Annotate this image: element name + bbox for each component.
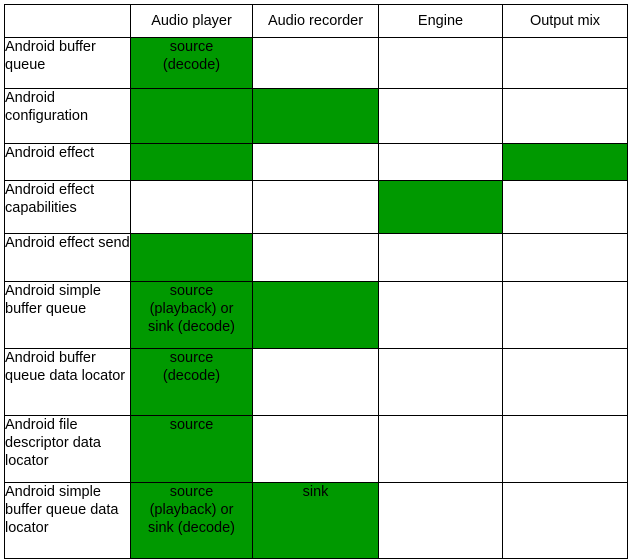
column-header-output-mix: Output mix <box>502 4 628 38</box>
cell-android-simple-buffer-queue-engine <box>378 281 503 349</box>
cell-android-buffer-queue-audio-recorder <box>252 37 379 89</box>
row-label-android-effect-send: Android effect send <box>4 233 131 282</box>
row-label-android-effect-capabilities: Android effect capabilities <box>4 180 131 234</box>
cell-android-buffer-queue-audio-player: source (decode) <box>130 37 253 89</box>
table-row: Android configuration <box>4 88 628 144</box>
cell-android-effect-send-output-mix <box>502 233 628 282</box>
table-row: Android effect <box>4 143 628 181</box>
cell-android-effect-output-mix <box>502 143 628 181</box>
table-row: Android effect send <box>4 233 628 282</box>
cell-text: sink <box>302 484 329 500</box>
table-row: Android file descriptor data locator sou… <box>4 415 628 483</box>
cell-android-configuration-engine <box>378 88 503 144</box>
cell-android-file-descriptor-data-locator-engine <box>378 415 503 483</box>
header-corner-blank <box>4 4 131 38</box>
row-label-android-configuration: Android configuration <box>4 88 131 144</box>
table-row: Android buffer queue source (decode) <box>4 37 628 89</box>
row-label-android-simple-buffer-queue: Android simple buffer queue <box>4 281 131 349</box>
cell-android-buffer-queue-engine <box>378 37 503 89</box>
table-row: Android buffer queue data locator source… <box>4 348 628 416</box>
cell-android-buffer-queue-data-locator-output-mix <box>502 348 628 416</box>
cell-android-effect-capabilities-audio-recorder <box>252 180 379 234</box>
cell-android-file-descriptor-data-locator-output-mix <box>502 415 628 483</box>
column-header-audio-player: Audio player <box>130 4 253 38</box>
cell-android-effect-send-engine <box>378 233 503 282</box>
cell-android-simple-buffer-queue-data-locator-audio-player: source (playback) or sink (decode) <box>130 482 253 559</box>
row-label-android-buffer-queue-data-locator: Android buffer queue data locator <box>4 348 131 416</box>
row-label-android-effect: Android effect <box>4 143 131 181</box>
cell-android-buffer-queue-data-locator-audio-recorder <box>252 348 379 416</box>
cell-android-configuration-audio-player <box>130 88 253 144</box>
cell-android-simple-buffer-queue-audio-player: source (playback) or sink (decode) <box>130 281 253 349</box>
table-row: Android effect capabilities <box>4 180 628 234</box>
cell-android-effect-audio-recorder <box>252 143 379 181</box>
cell-android-buffer-queue-data-locator-audio-player: source (decode) <box>130 348 253 416</box>
cell-android-effect-capabilities-output-mix <box>502 180 628 234</box>
row-label-android-simple-buffer-queue-data-locator: Android simple buffer queue data locator <box>4 482 131 559</box>
cell-android-simple-buffer-queue-data-locator-engine <box>378 482 503 559</box>
cell-text: source (decode) <box>162 39 221 74</box>
cell-android-effect-capabilities-audio-player <box>130 180 253 234</box>
table-row: Android simple buffer queue source (play… <box>4 281 628 349</box>
table-body: Android buffer queue source (decode) And… <box>4 37 628 559</box>
cell-android-file-descriptor-data-locator-audio-recorder <box>252 415 379 483</box>
cell-android-buffer-queue-output-mix <box>502 37 628 89</box>
cell-android-buffer-queue-data-locator-engine <box>378 348 503 416</box>
cell-android-effect-audio-player <box>130 143 253 181</box>
cell-android-simple-buffer-queue-audio-recorder <box>252 281 379 349</box>
table-header: Audio player Audio recorder Engine Outpu… <box>4 4 628 38</box>
matrix-table: Audio player Audio recorder Engine Outpu… <box>4 4 628 559</box>
column-header-engine: Engine <box>378 4 503 38</box>
cell-text: source (playback) or sink (decode) <box>147 283 236 336</box>
row-label-android-file-descriptor-data-locator: Android file descriptor data locator <box>4 415 131 483</box>
cell-android-effect-engine <box>378 143 503 181</box>
cell-text: source (playback) or sink (decode) <box>147 484 236 537</box>
row-label-android-buffer-queue: Android buffer queue <box>4 37 131 89</box>
cell-android-simple-buffer-queue-data-locator-output-mix <box>502 482 628 559</box>
cell-android-file-descriptor-data-locator-audio-player: source <box>130 415 253 483</box>
cell-android-configuration-audio-recorder <box>252 88 379 144</box>
cell-android-effect-capabilities-engine <box>378 180 503 234</box>
cell-android-simple-buffer-queue-data-locator-audio-recorder: sink <box>252 482 379 559</box>
cell-android-effect-send-audio-recorder <box>252 233 379 282</box>
cell-android-simple-buffer-queue-output-mix <box>502 281 628 349</box>
column-header-audio-recorder: Audio recorder <box>252 4 379 38</box>
cell-android-effect-send-audio-player <box>130 233 253 282</box>
cell-text: source (decode) <box>162 350 221 385</box>
header-row: Audio player Audio recorder Engine Outpu… <box>4 4 628 38</box>
feature-support-matrix: Audio player Audio recorder Engine Outpu… <box>4 4 628 559</box>
cell-android-configuration-output-mix <box>502 88 628 144</box>
cell-text: source <box>169 417 214 433</box>
table-row: Android simple buffer queue data locator… <box>4 482 628 559</box>
